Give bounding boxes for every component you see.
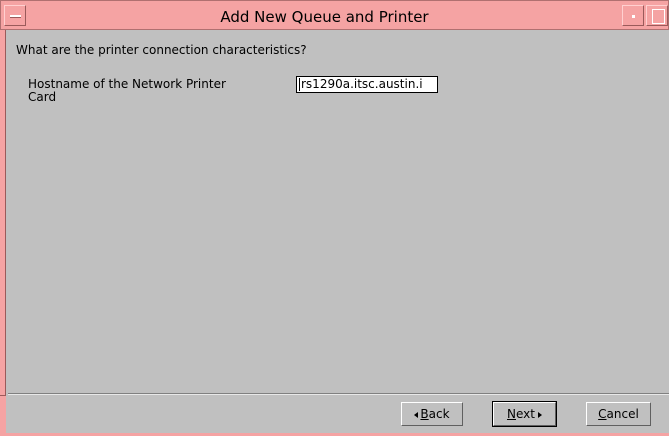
- hostname-label-line1: Hostname of the Network Printer: [28, 77, 226, 91]
- arrow-left-icon: [414, 411, 419, 418]
- cancel-button[interactable]: Cancel: [586, 402, 651, 426]
- back-label: ack: [428, 407, 450, 421]
- minimize-button[interactable]: [622, 5, 644, 26]
- button-separator: [8, 393, 669, 395]
- maximize-icon: [652, 9, 665, 24]
- next-mnemonic: N: [507, 407, 516, 421]
- cancel-mnemonic: C: [598, 407, 607, 421]
- arrow-right-icon: [537, 411, 542, 418]
- dialog-window: Add New Queue and Printer What are the p…: [0, 0, 669, 436]
- minimize-icon: [632, 15, 635, 18]
- hostname-label: Hostname of the Network Printer Card: [28, 78, 268, 104]
- title-bar[interactable]: Add New Queue and Printer: [0, 0, 669, 30]
- window-menu-icon: [10, 15, 21, 18]
- back-button[interactable]: Back: [401, 402, 463, 426]
- hostname-input[interactable]: rs1290a.itsc.austin.i: [296, 76, 438, 93]
- maximize-button[interactable]: [646, 5, 668, 26]
- text-caret: [299, 78, 300, 91]
- window-frame-left[interactable]: [0, 30, 6, 436]
- cancel-label: ancel: [606, 407, 639, 421]
- hostname-input-value: rs1290a.itsc.austin.i: [301, 77, 423, 91]
- back-mnemonic: B: [420, 407, 429, 421]
- next-label: ext: [516, 407, 535, 421]
- hostname-label-line2: Card: [28, 90, 57, 104]
- window-title: Add New Queue and Printer: [220, 8, 429, 26]
- next-button[interactable]: Next: [492, 401, 557, 427]
- connection-question: What are the printer connection characte…: [16, 43, 307, 57]
- window-frame-corner[interactable]: [0, 395, 6, 436]
- window-menu-button[interactable]: [4, 5, 26, 26]
